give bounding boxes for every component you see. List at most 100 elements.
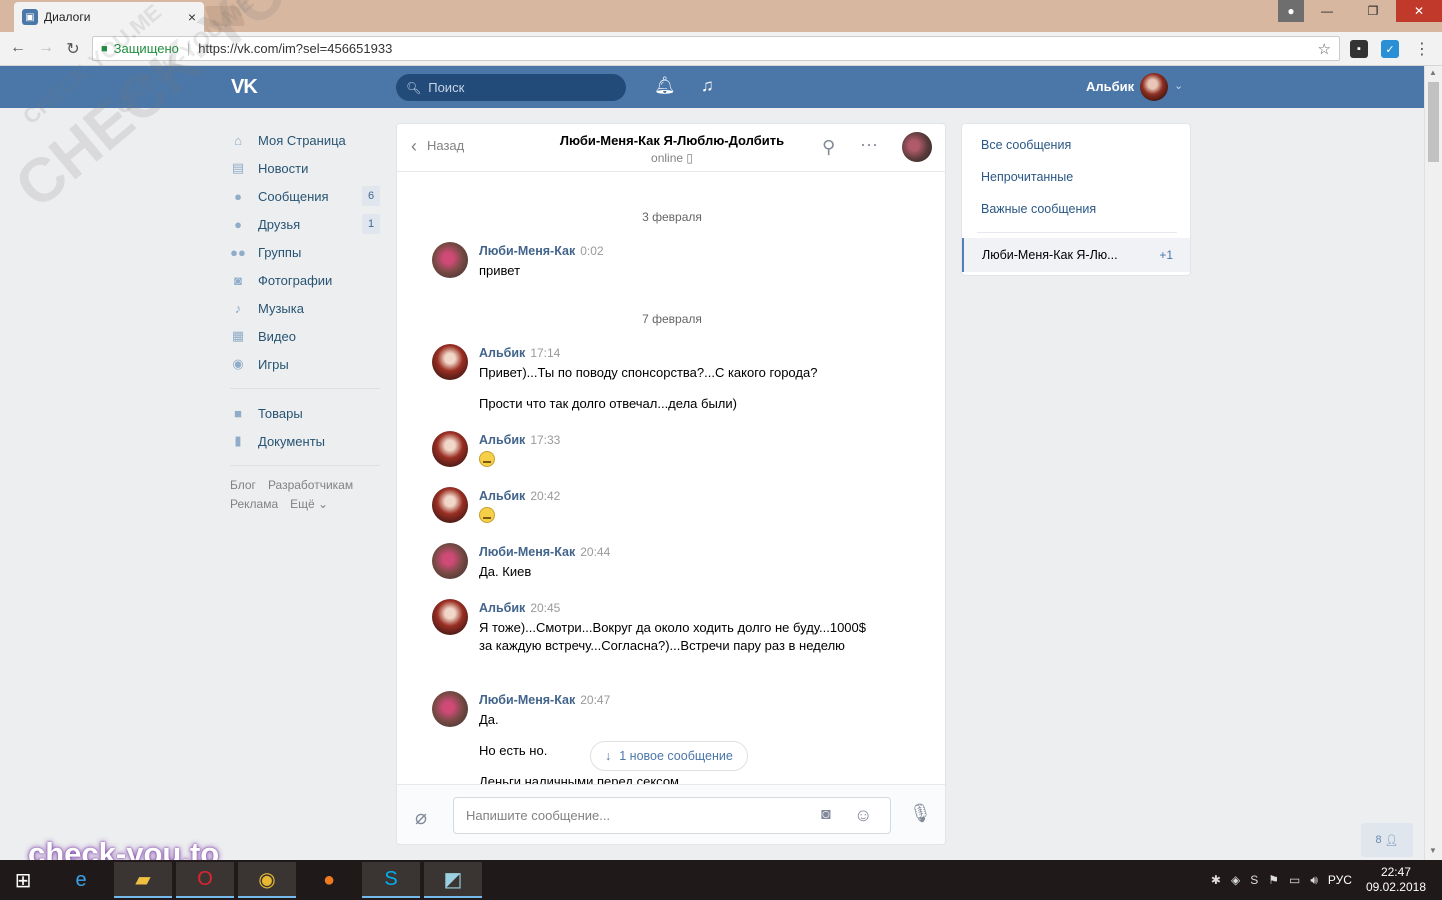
- message-author[interactable]: Альбик 17:33: [479, 433, 560, 447]
- message-time: 20:47: [580, 693, 611, 707]
- tab-title: Диалоги: [44, 10, 91, 24]
- avatar[interactable]: [432, 487, 468, 523]
- paperclip-icon[interactable]: ⌀: [415, 805, 427, 830]
- opera-icon[interactable]: O: [176, 862, 234, 898]
- chevron-down-icon[interactable]: ⌄: [1174, 79, 1183, 92]
- scroll-down-icon[interactable]: ▼: [1429, 846, 1437, 855]
- clock[interactable]: 22:47 09.02.2018: [1366, 865, 1426, 895]
- language-indicator[interactable]: РУС: [1328, 873, 1352, 887]
- unread-badge: +1: [1159, 248, 1173, 262]
- address-bar[interactable]: ■ Защищено | https://vk.com/im?sel=45665…: [92, 36, 1340, 61]
- avatar[interactable]: [432, 543, 468, 579]
- footer-more-link[interactable]: Ещё ⌄: [290, 497, 328, 511]
- avatar[interactable]: [432, 344, 468, 380]
- menu-item-photos[interactable]: ◙ Фотографии: [230, 266, 382, 294]
- tray-shield-icon[interactable]: ◈: [1231, 873, 1240, 887]
- extension-icon[interactable]: ▪: [1350, 40, 1368, 58]
- filter-unread[interactable]: Непрочитанные: [981, 170, 1073, 184]
- bookmark-star-icon[interactable]: ☆: [1318, 40, 1331, 58]
- profile-icon[interactable]: ●: [1278, 0, 1304, 22]
- notepad-icon[interactable]: ◩: [424, 862, 482, 898]
- back-arrow-icon[interactable]: ←: [8, 39, 28, 57]
- music-icon: ♪: [234, 300, 242, 316]
- music-note-icon[interactable]: ♫: [701, 76, 714, 96]
- url-text[interactable]: https://vk.com/im?sel=456651933: [198, 41, 392, 56]
- search-icon[interactable]: ⚲: [822, 137, 835, 158]
- page-scrollbar[interactable]: ▲ ▼: [1424, 66, 1442, 860]
- footer-blog-link[interactable]: Блог: [230, 478, 256, 492]
- more-dots-icon[interactable]: ···: [860, 134, 878, 155]
- scrollbar-thumb[interactable]: [1428, 82, 1439, 162]
- message-text: Прости что так долго отвечал...дела были…: [479, 396, 737, 411]
- search-box[interactable]: 🔍︎ Поиск: [396, 74, 626, 101]
- message-author[interactable]: Альбик 20:42: [479, 489, 560, 503]
- message-author[interactable]: Альбик 17:14: [479, 346, 560, 360]
- menu-item-music[interactable]: ♪ Музыка: [230, 294, 382, 322]
- reload-icon[interactable]: ↻: [63, 39, 83, 59]
- news-icon: ▤: [231, 160, 245, 175]
- tray-app-icon[interactable]: ✱: [1211, 873, 1221, 887]
- new-message-button[interactable]: ↓ 1 новое сообщение: [590, 741, 748, 771]
- lock-icon: ■: [101, 42, 108, 55]
- browser-tab[interactable]: ▣ Диалоги ×: [14, 2, 204, 32]
- avatar[interactable]: [432, 242, 468, 278]
- filter-all-messages[interactable]: Все сообщения: [981, 138, 1071, 152]
- menu-item-goods[interactable]: ■ Товары: [230, 399, 382, 427]
- groups-icon: ●●: [230, 244, 246, 260]
- tray-skype-icon[interactable]: S: [1250, 873, 1258, 887]
- menu-item-news[interactable]: ▤ Новости: [230, 154, 382, 182]
- message-author[interactable]: Альбик 20:45: [479, 601, 560, 615]
- forward-arrow-icon[interactable]: →: [36, 39, 56, 57]
- message-text: Да. Киев: [479, 564, 532, 579]
- avatar[interactable]: [432, 599, 468, 635]
- message-author[interactable]: Люби-Меня-Как 20:47: [479, 693, 610, 707]
- skype-icon[interactable]: S: [362, 862, 420, 898]
- message-text: Привет)...Ты по поводу спонсорства?...С …: [479, 365, 818, 380]
- active-dialog-name: Люби-Меня-Как Я-Лю...: [982, 248, 1118, 262]
- taskbar: ⊞ e ▰ O ◉ ● S ◩ ✱ ◈ S ⚑ ▭ 🔊︎ РУС 22:47 0…: [0, 860, 1442, 900]
- message-history[interactable]: 3 февраля Люби-Меня-Как 0:02 привет 7 фев…: [397, 172, 945, 789]
- restore-button[interactable]: ❐: [1350, 0, 1396, 22]
- minimize-button[interactable]: —: [1304, 0, 1350, 22]
- menu-item-my-page[interactable]: ⌂ Моя Страница: [230, 126, 382, 154]
- chrome-icon[interactable]: ◉: [238, 862, 296, 898]
- user-avatar[interactable]: [1140, 73, 1168, 101]
- windows-start-icon[interactable]: ⊞: [0, 862, 46, 898]
- friends-online-button[interactable]: 8 👤︎: [1361, 823, 1413, 857]
- avatar[interactable]: [432, 691, 468, 727]
- firefox-icon[interactable]: ●: [300, 862, 358, 898]
- extension-shield-icon[interactable]: ✓: [1381, 40, 1399, 58]
- tray-flag-icon[interactable]: ⚑: [1268, 873, 1279, 887]
- tab-close-icon[interactable]: ×: [188, 9, 196, 25]
- user-name[interactable]: Альбик: [1086, 79, 1134, 94]
- vk-logo[interactable]: VK: [231, 76, 258, 99]
- avatar[interactable]: [432, 431, 468, 467]
- active-dialog-item[interactable]: Люби-Меня-Как Я-Лю... +1: [962, 238, 1190, 272]
- tray-network-icon[interactable]: ▭: [1289, 873, 1300, 887]
- video-icon: ▦: [231, 328, 245, 343]
- menu-item-messages[interactable]: ● Сообщения 6: [230, 182, 382, 210]
- tray-volume-icon[interactable]: 🔊︎: [1310, 873, 1318, 888]
- menu-item-friends[interactable]: ● Друзья 1: [230, 210, 382, 238]
- footer-ads-link[interactable]: Реклама: [230, 497, 278, 511]
- camera-icon[interactable]: ◙: [821, 806, 831, 824]
- new-tab-button[interactable]: [204, 6, 246, 26]
- menu-item-video[interactable]: ▦ Видео: [230, 322, 382, 350]
- message-author[interactable]: Люби-Меня-Как 0:02: [479, 244, 604, 258]
- scroll-up-icon[interactable]: ▲: [1429, 68, 1437, 77]
- file-explorer-icon[interactable]: ▰: [114, 862, 172, 898]
- message-author[interactable]: Люби-Меня-Как 20:44: [479, 545, 610, 559]
- microphone-icon[interactable]: 🎙︎: [909, 803, 932, 824]
- emoji-icon[interactable]: ☺: [854, 805, 872, 826]
- message-time: 17:33: [530, 433, 561, 447]
- bell-icon[interactable]: 🔔︎: [654, 76, 676, 96]
- filter-important[interactable]: Важные сообщения: [981, 202, 1096, 216]
- menu-dots-icon[interactable]: ⋮: [1412, 39, 1432, 59]
- chat-avatar[interactable]: [902, 132, 932, 162]
- footer-developers-link[interactable]: Разработчикам: [268, 478, 353, 492]
- menu-item-groups[interactable]: ●● Группы: [230, 238, 382, 266]
- ie-icon[interactable]: e: [52, 862, 110, 898]
- menu-item-games[interactable]: ◉ Игры: [230, 350, 382, 378]
- close-window-button[interactable]: ✕: [1396, 0, 1442, 22]
- menu-item-documents[interactable]: ▮ Документы: [230, 427, 382, 455]
